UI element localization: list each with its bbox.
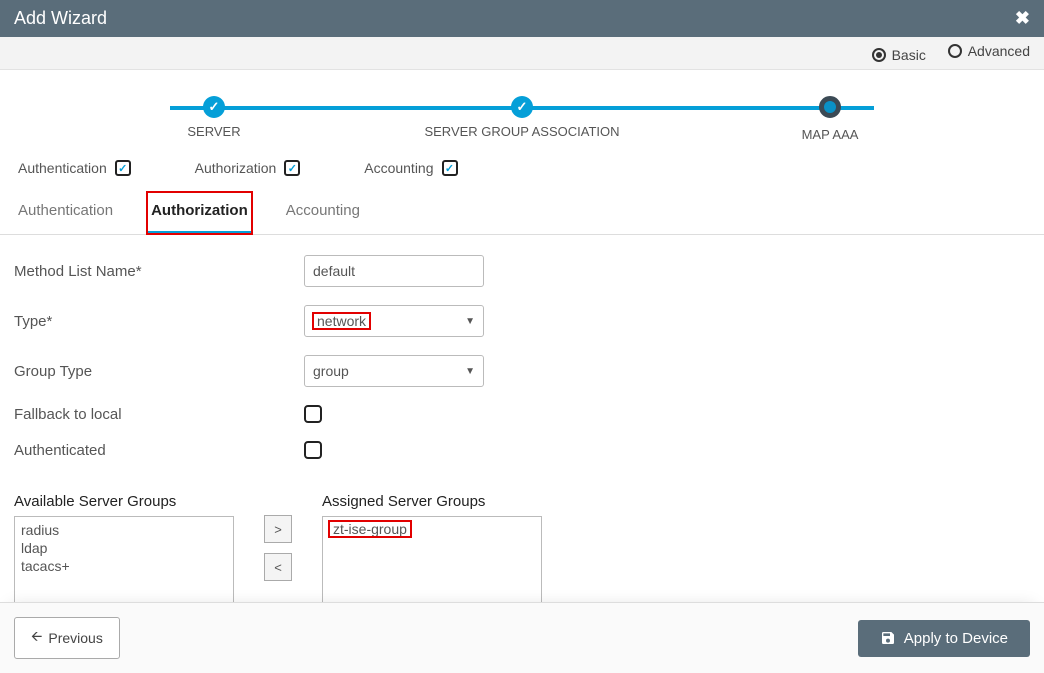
fallback-label: Fallback to local: [14, 406, 304, 423]
flag-accounting: Accounting: [364, 160, 457, 176]
check-icon: ✓: [203, 96, 225, 118]
wizard-step-server: ✓ SERVER: [60, 96, 368, 142]
mode-basic-label: Basic: [892, 47, 926, 63]
available-header: Available Server Groups: [14, 493, 234, 510]
authenticated-label: Authenticated: [14, 442, 304, 459]
dialog-title: Add Wizard: [14, 8, 107, 29]
mode-strip: Basic Advanced: [0, 37, 1044, 70]
checkbox-authorization[interactable]: [284, 160, 300, 176]
chevron-down-icon: ▼: [465, 366, 475, 377]
radio-dot-icon: [872, 48, 886, 62]
checkbox-authentication[interactable]: [115, 160, 131, 176]
group-type-select[interactable]: group ▼: [304, 355, 484, 387]
mode-advanced-label: Advanced: [968, 43, 1030, 59]
mapaaa-flags-row: Authentication Authorization Accounting: [0, 160, 1044, 192]
previous-label: Previous: [48, 630, 102, 646]
titlebar: Add Wizard ✖: [0, 0, 1044, 37]
check-icon: ✓: [511, 96, 533, 118]
method-list-name-label: Method List Name*: [14, 263, 304, 280]
flag-label: Accounting: [364, 160, 433, 176]
wizard-progress: ✓ SERVER ✓ SERVER GROUP ASSOCIATION MAP …: [0, 70, 1044, 160]
radio-dot-icon: [948, 44, 962, 58]
group-type-label: Group Type: [14, 363, 304, 380]
tab-authentication[interactable]: Authentication: [14, 192, 117, 234]
mode-basic-radio[interactable]: Basic: [872, 47, 926, 63]
type-value: network: [313, 313, 370, 329]
move-left-button[interactable]: <: [264, 553, 292, 581]
footer: 🡨 Previous Apply to Device: [0, 602, 1044, 673]
method-list-name-input[interactable]: [304, 255, 484, 287]
mode-advanced-radio[interactable]: Advanced: [948, 43, 1030, 59]
wizard-step-label: SERVER: [60, 124, 368, 139]
checkbox-accounting[interactable]: [442, 160, 458, 176]
save-icon: [880, 630, 896, 646]
wizard-step-server-group: ✓ SERVER GROUP ASSOCIATION: [368, 96, 676, 142]
authenticated-checkbox[interactable]: [304, 441, 322, 459]
move-right-button[interactable]: >: [264, 515, 292, 543]
tab-accounting[interactable]: Accounting: [282, 192, 364, 234]
type-select[interactable]: network ▼: [304, 305, 484, 337]
list-item[interactable]: radius: [21, 521, 227, 539]
wizard-step-map-aaa: MAP AAA: [676, 96, 984, 142]
authorization-form: Method List Name* Type* network ▼ Group …: [0, 235, 1044, 487]
flag-label: Authentication: [18, 160, 107, 176]
available-listbox[interactable]: radius ldap tacacs+: [14, 516, 234, 606]
list-item[interactable]: tacacs+: [21, 557, 227, 575]
assigned-header: Assigned Server Groups: [322, 493, 542, 510]
type-label: Type*: [14, 313, 304, 330]
wizard-step-label: MAP AAA: [676, 127, 984, 142]
apply-label: Apply to Device: [904, 630, 1008, 647]
current-step-icon: [819, 96, 841, 118]
apply-to-device-button[interactable]: Apply to Device: [858, 620, 1030, 657]
flag-authentication: Authentication: [18, 160, 131, 176]
assigned-listbox[interactable]: zt-ise-group: [322, 516, 542, 606]
list-item[interactable]: ldap: [21, 539, 227, 557]
previous-button[interactable]: 🡨 Previous: [14, 617, 120, 659]
list-item[interactable]: zt-ise-group: [329, 521, 411, 537]
arrow-left-icon: 🡨: [31, 626, 42, 650]
tabs: Authentication Authorization Accounting: [0, 192, 1044, 235]
wizard-step-label: SERVER GROUP ASSOCIATION: [368, 124, 676, 139]
group-type-value: group: [313, 363, 349, 379]
flag-authorization: Authorization: [195, 160, 301, 176]
tab-authorization[interactable]: Authorization: [147, 192, 252, 234]
flag-label: Authorization: [195, 160, 277, 176]
fallback-checkbox[interactable]: [304, 405, 322, 423]
close-icon[interactable]: ✖: [1015, 8, 1030, 29]
chevron-down-icon: ▼: [465, 316, 475, 327]
